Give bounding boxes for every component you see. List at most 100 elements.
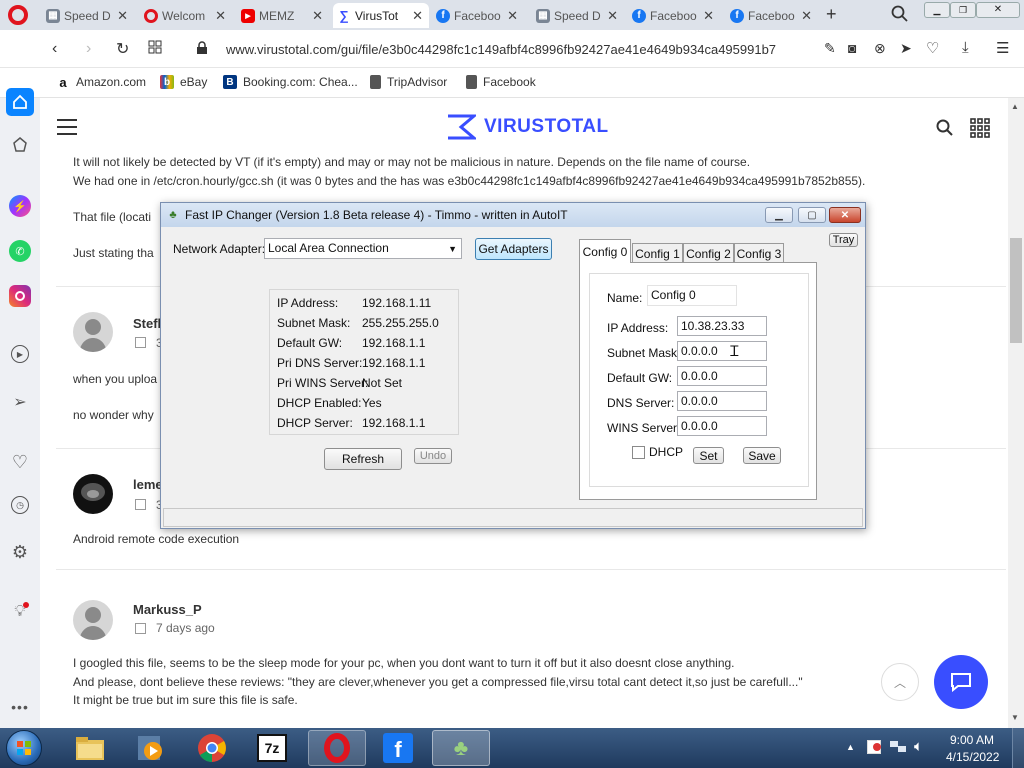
edit-icon[interactable]: ✎	[824, 40, 836, 57]
wins-server-field[interactable]: 0.0.0.0	[677, 416, 767, 436]
show-hidden-icons[interactable]: ▲	[846, 742, 855, 752]
undo-button[interactable]: Undo	[414, 448, 452, 464]
comment-author[interactable]: leme	[133, 477, 163, 492]
tab-facebook-1[interactable]: f Faceboo ✕	[432, 3, 524, 28]
heart-icon[interactable]: ♡	[926, 39, 939, 57]
tab-speed-dial[interactable]: ▦ Speed D ✕	[42, 3, 134, 28]
dialog-minimize-button[interactable]: ▁	[765, 207, 793, 223]
new-tab-icon[interactable]: +	[826, 4, 837, 25]
adblock-icon[interactable]: ⊗	[874, 40, 886, 57]
instagram-icon[interactable]	[9, 285, 31, 307]
history-icon[interactable]: ◷	[11, 496, 29, 514]
subnet-mask-field[interactable]: 0.0.0.0	[677, 341, 767, 361]
chrome-taskbar-icon[interactable]	[188, 730, 236, 766]
tab-facebook-2[interactable]: f Faceboo ✕	[628, 3, 720, 28]
show-desktop-button[interactable]	[1012, 728, 1024, 768]
apps-grid-icon[interactable]	[970, 118, 990, 138]
7zip-taskbar-icon[interactable]: 7z	[248, 730, 296, 766]
close-icon[interactable]: ✕	[412, 8, 423, 24]
forward-icon[interactable]: ›	[86, 40, 91, 58]
clock-date[interactable]: 4/15/2022	[946, 750, 999, 764]
bookmark-tripadvisor[interactable]: TripAdvisor	[370, 75, 447, 89]
media-player-taskbar-icon[interactable]	[126, 730, 174, 766]
bookmark-facebook[interactable]: Facebook	[466, 75, 536, 89]
scrollbar-down-arrow[interactable]: ▼	[1011, 713, 1019, 722]
opera-taskbar-icon[interactable]	[308, 730, 366, 766]
tab-grid-icon[interactable]	[148, 40, 162, 54]
scrollbar-up-arrow[interactable]: ▲	[1011, 102, 1019, 111]
close-icon[interactable]: ✕	[607, 8, 618, 24]
download-icon[interactable]: ⤓	[962, 39, 969, 56]
menu-icon[interactable]: ☰	[996, 39, 1009, 57]
tab-config-3[interactable]: Config 3	[734, 243, 784, 263]
search-icon[interactable]	[936, 119, 954, 137]
refresh-button[interactable]: Refresh	[324, 448, 402, 470]
tab-memz[interactable]: ▶ MEMZ ✕	[237, 3, 329, 28]
tab-facebook-3[interactable]: f Faceboo ✕	[726, 3, 818, 28]
bookmark-booking[interactable]: B Booking.com: Chea...	[223, 75, 358, 89]
comment-author[interactable]: Markuss_P	[133, 602, 202, 617]
camera-icon[interactable]: ◙	[848, 40, 856, 56]
dialog-title-bar[interactable]: ♣ Fast IP Changer (Version 1.8 Beta rele…	[161, 203, 865, 227]
whatsapp-icon[interactable]: ✆	[9, 240, 31, 262]
scrollbar-thumb[interactable]	[1010, 238, 1022, 343]
action-center-icon[interactable]	[867, 740, 881, 754]
heart-sidebar-icon[interactable]: ♡	[9, 451, 31, 473]
scroll-to-top-button[interactable]: ︿	[881, 663, 919, 701]
dialog-close-button[interactable]: ✕	[829, 207, 861, 223]
close-icon[interactable]: ✕	[312, 8, 323, 24]
tab-config-2[interactable]: Config 2	[683, 243, 734, 263]
tray-button[interactable]: Tray	[829, 233, 858, 247]
volume-icon[interactable]: 🔈︎	[914, 738, 923, 755]
file-explorer-taskbar-icon[interactable]	[66, 730, 114, 766]
facebook-taskbar-icon[interactable]: f	[374, 730, 422, 766]
tab-virustotal[interactable]: ∑ VirusTot ✕	[333, 3, 429, 28]
dialog-maximize-button[interactable]: ▢	[798, 207, 826, 223]
fast-ip-changer-taskbar-icon[interactable]: ♣	[432, 730, 490, 766]
close-icon[interactable]: ✕	[801, 8, 812, 24]
get-adapters-button[interactable]: Get Adapters	[475, 238, 552, 260]
home-icon[interactable]	[6, 88, 34, 116]
back-icon[interactable]: ‹	[52, 40, 57, 58]
player-icon[interactable]: ▶	[11, 345, 29, 363]
dhcp-checkbox[interactable]	[632, 446, 645, 459]
tab-config-1[interactable]: Config 1	[632, 243, 683, 263]
close-icon[interactable]: ✕	[507, 8, 518, 24]
bookmark-amazon[interactable]: a Amazon.com	[56, 75, 146, 90]
default-gw-field[interactable]: 0.0.0.0	[677, 366, 767, 386]
close-icon[interactable]: ✕	[117, 8, 128, 24]
config-name-field[interactable]: Config 0	[647, 285, 737, 306]
hamburger-menu-icon[interactable]	[57, 118, 77, 136]
window-minimize-button[interactable]: ▁	[924, 2, 950, 18]
close-icon[interactable]: ✕	[215, 8, 226, 24]
comment-author[interactable]: Stefl	[133, 316, 161, 331]
virustotal-logo[interactable]: VIRUSTOTAL	[446, 114, 609, 140]
clock-time[interactable]: 9:00 AM	[950, 733, 994, 747]
messenger-icon[interactable]: ⚡	[9, 195, 31, 217]
set-button[interactable]: Set	[693, 447, 724, 464]
close-icon[interactable]: ✕	[703, 8, 714, 24]
network-adapter-select[interactable]: Local Area Connection ▼	[264, 238, 462, 259]
opera-menu-icon[interactable]	[8, 5, 28, 25]
settings-icon[interactable]: ⚙	[9, 541, 31, 563]
ip-address-field[interactable]: 10.38.23.33	[677, 316, 767, 336]
send-icon[interactable]: ➤	[900, 40, 912, 57]
reload-icon[interactable]: ↻	[116, 39, 129, 59]
tab-config-0[interactable]: Config 0	[579, 239, 631, 263]
start-button[interactable]	[6, 730, 42, 766]
search-tabs-icon[interactable]	[891, 5, 909, 23]
url-field[interactable]: www.virustotal.com/gui/file/e3b0c44298fc…	[226, 42, 810, 57]
tab-speed-dial-2[interactable]: ▦ Speed D ✕	[532, 3, 624, 28]
lightbulb-icon[interactable]: 💡︎	[9, 601, 31, 623]
bookmark-ebay[interactable]: b eBay	[160, 75, 207, 89]
chat-button[interactable]	[934, 655, 988, 709]
more-icon[interactable]: •••	[9, 696, 31, 718]
extensions-icon[interactable]	[9, 134, 31, 156]
save-button[interactable]: Save	[743, 447, 781, 464]
window-restore-button[interactable]: ❐	[950, 2, 976, 18]
page-scrollbar[interactable]: ▲ ▼	[1008, 98, 1024, 728]
window-close-button[interactable]: ✕	[976, 2, 1020, 18]
network-icon[interactable]	[890, 740, 908, 754]
send-sidebar-icon[interactable]: ➢	[9, 391, 31, 413]
tab-welcome[interactable]: Welcom ✕	[140, 3, 232, 28]
